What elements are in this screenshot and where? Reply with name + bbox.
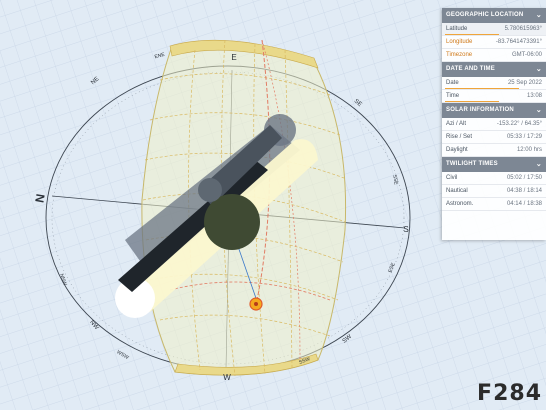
time-value: 13:08 [526, 93, 542, 99]
chevron-down-icon[interactable]: ⌄ [536, 62, 542, 77]
latitude-value: 5.780615963° [504, 26, 542, 32]
nautical-value: 04:38 / 18:14 [506, 188, 542, 194]
chevron-down-icon[interactable]: ⌄ [536, 8, 542, 23]
rise-set-row: Rise / Set 05:33 / 17:29 [442, 131, 546, 144]
twilight-title: TWILIGHT TIMES [446, 161, 498, 167]
nautical-label: Nautical [446, 188, 468, 194]
solar-info-header[interactable]: SOLAR INFORMATION ⌄ [442, 103, 546, 118]
date-slider[interactable] [445, 87, 519, 89]
date-field[interactable]: Date 25 Sep 2022 [442, 77, 546, 90]
civil-row: Civil 05:02 / 17:50 [442, 172, 546, 185]
azi-alt-label: Azi / Alt [446, 121, 467, 127]
daylight-label: Daylight [446, 147, 468, 153]
timezone-field[interactable]: Timezone GMT-06:00 [442, 49, 546, 62]
date-time-title: DATE AND TIME [446, 66, 495, 72]
geo-location-header[interactable]: GEOGRAPHIC LOCATION ⌄ [442, 8, 546, 23]
latitude-field[interactable]: Latitude 5.780615963° [442, 23, 546, 36]
info-panel: GEOGRAPHIC LOCATION ⌄ Latitude 5.7806159… [442, 8, 546, 240]
time-field[interactable]: Time 13:08 [442, 90, 546, 103]
date-time-header[interactable]: DATE AND TIME ⌄ [442, 62, 546, 77]
azi-alt-row: Azi / Alt -153.22° / 64.35° [442, 118, 546, 131]
daylight-row: Daylight 12:00 hrs [442, 144, 546, 157]
nautical-row: Nautical 04:38 / 18:14 [442, 185, 546, 198]
chevron-down-icon[interactable]: ⌄ [536, 157, 542, 172]
rise-set-value: 05:33 / 17:29 [506, 134, 542, 140]
civil-value: 05:02 / 17:50 [506, 175, 542, 181]
astronomical-row: Astronom. 04:14 / 18:38 [442, 198, 546, 211]
chevron-down-icon[interactable]: ⌄ [536, 103, 542, 118]
longitude-field[interactable]: Longitude -83.7641473391° [442, 36, 546, 49]
longitude-label: Longitude [446, 39, 473, 45]
solar-info-title: SOLAR INFORMATION [446, 107, 514, 113]
twilight-header[interactable]: TWILIGHT TIMES ⌄ [442, 157, 546, 172]
astronomical-value: 04:14 / 18:38 [506, 201, 542, 207]
geo-location-title: GEOGRAPHIC LOCATION [446, 12, 524, 18]
timezone-label: Timezone [446, 52, 473, 58]
compass-east-label: E [231, 53, 236, 62]
azi-alt-value: -153.22° / 64.35° [496, 121, 542, 127]
sun-icon[interactable] [249, 297, 263, 311]
longitude-value: -83.7641473391° [495, 39, 542, 45]
civil-label: Civil [446, 175, 458, 181]
figure-label: F284 [477, 381, 542, 406]
latitude-progress [445, 33, 499, 35]
daylight-value: 12:00 hrs [516, 147, 542, 153]
compass-south-label: S [403, 225, 408, 234]
compass-west-label: W [223, 373, 231, 382]
timezone-value: GMT-06:00 [511, 52, 542, 58]
astronomical-label: Astronom. [446, 201, 474, 207]
time-slider[interactable] [445, 100, 499, 102]
rise-set-label: Rise / Set [446, 134, 473, 140]
